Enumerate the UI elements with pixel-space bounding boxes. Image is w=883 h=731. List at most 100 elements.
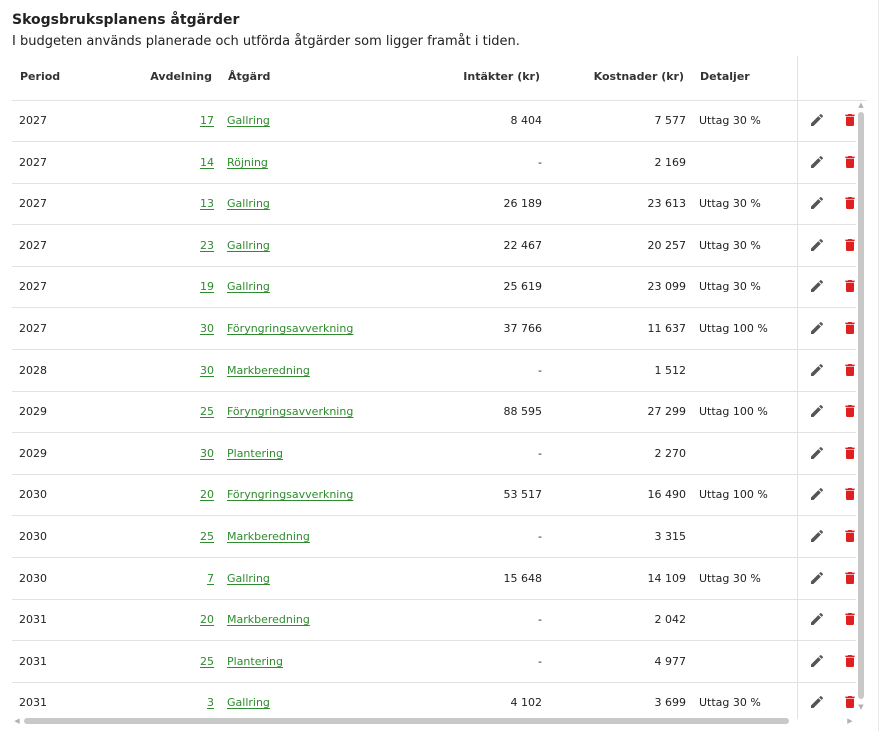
avdelning-link[interactable]: 30 bbox=[200, 447, 214, 460]
table-header: Period Avdelning Åtgärd Intäkter (kr) Ko… bbox=[12, 56, 867, 101]
pencil-icon bbox=[811, 487, 824, 500]
cell-kostnader: 11 637 bbox=[647, 322, 687, 335]
avdelning-link[interactable]: 25 bbox=[200, 655, 214, 668]
avdelning-link[interactable]: 25 bbox=[200, 530, 214, 543]
pencil-icon bbox=[811, 654, 824, 667]
row-actions bbox=[797, 433, 856, 475]
section-title: Skogsbruksplanens åtgärder bbox=[12, 12, 240, 28]
avdelning-link[interactable]: 25 bbox=[200, 405, 214, 418]
avdelning-link[interactable]: 13 bbox=[200, 197, 214, 210]
avdelning-link[interactable]: 17 bbox=[200, 114, 214, 127]
avdelning-link[interactable]: 23 bbox=[200, 239, 214, 252]
atgard-link[interactable]: Föryngringsavverkning bbox=[227, 405, 353, 418]
atgard-link[interactable]: Röjning bbox=[227, 156, 268, 169]
edit-button[interactable] bbox=[809, 112, 825, 128]
pencil-icon bbox=[811, 571, 824, 584]
avdelning-link[interactable]: 14 bbox=[200, 156, 214, 169]
atgard-link[interactable]: Gallring bbox=[227, 572, 270, 585]
cell-atgard: Gallring bbox=[227, 225, 270, 266]
row-actions bbox=[797, 266, 856, 308]
edit-button[interactable] bbox=[809, 195, 825, 211]
edit-button[interactable] bbox=[809, 694, 825, 710]
atgard-link[interactable]: Plantering bbox=[227, 655, 283, 668]
cell-detaljer: Uttag 100 % bbox=[699, 322, 768, 335]
cell-atgard: Markberedning bbox=[227, 350, 310, 391]
cell-kostnader: 16 490 bbox=[647, 488, 687, 501]
cell-detaljer: Uttag 30 % bbox=[699, 696, 761, 709]
table-row: 2030 25 Markberedning - 3 315 bbox=[12, 516, 797, 558]
horizontal-scrollbar[interactable]: ◀ ▶ bbox=[12, 715, 855, 727]
pencil-icon bbox=[811, 238, 824, 251]
row-actions bbox=[797, 474, 856, 516]
atgard-link[interactable]: Gallring bbox=[227, 114, 270, 127]
atgard-link[interactable]: Plantering bbox=[227, 447, 283, 460]
atgard-link[interactable]: Markberedning bbox=[227, 530, 310, 543]
atgard-link[interactable]: Markberedning bbox=[227, 364, 310, 377]
pencil-icon bbox=[811, 404, 824, 417]
cell-kostnader: 23 613 bbox=[647, 197, 687, 210]
edit-button[interactable] bbox=[809, 611, 825, 627]
cell-intakter: 22 467 bbox=[503, 239, 543, 252]
atgard-link[interactable]: Gallring bbox=[227, 239, 270, 252]
edit-button[interactable] bbox=[809, 362, 825, 378]
avdelning-link[interactable]: 19 bbox=[200, 280, 214, 293]
cell-period: 2027 bbox=[19, 322, 47, 335]
edit-button[interactable] bbox=[809, 445, 825, 461]
edit-button[interactable] bbox=[809, 486, 825, 502]
row-actions bbox=[797, 100, 856, 142]
pencil-icon bbox=[811, 363, 824, 376]
atgard-link[interactable]: Gallring bbox=[227, 280, 270, 293]
avdelning-link[interactable]: 20 bbox=[200, 613, 214, 626]
avdelning-link[interactable]: 30 bbox=[200, 322, 214, 335]
table-row: 2028 30 Markberedning - 1 512 bbox=[12, 350, 797, 392]
pencil-icon bbox=[811, 446, 824, 459]
column-header-avdelning[interactable]: Avdelning bbox=[132, 56, 212, 100]
cell-period: 2027 bbox=[19, 239, 47, 252]
edit-button[interactable] bbox=[809, 237, 825, 253]
vertical-scrollbar-thumb[interactable] bbox=[858, 112, 864, 699]
avdelning-link[interactable]: 20 bbox=[200, 488, 214, 501]
atgard-link[interactable]: Gallring bbox=[227, 197, 270, 210]
edit-button[interactable] bbox=[809, 528, 825, 544]
column-header-intakter[interactable]: Intäkter (kr) bbox=[392, 56, 540, 100]
column-header-period[interactable]: Period bbox=[20, 56, 60, 100]
pencil-icon bbox=[811, 612, 824, 625]
edit-button[interactable] bbox=[809, 278, 825, 294]
cell-intakter: 53 517 bbox=[503, 488, 543, 501]
cell-avdelning: 3 bbox=[132, 682, 214, 719]
atgard-link[interactable]: Föryngringsavverkning bbox=[227, 488, 353, 501]
scroll-up-icon[interactable]: ▲ bbox=[857, 101, 865, 109]
column-header-detaljer[interactable]: Detaljer bbox=[700, 56, 750, 100]
scroll-left-icon[interactable]: ◀ bbox=[13, 717, 21, 725]
table-row: 2031 3 Gallring 4 102 3 699 Uttag 30 % bbox=[12, 682, 797, 719]
cell-atgard: Föryngringsavverkning bbox=[227, 308, 353, 349]
row-actions bbox=[797, 308, 856, 350]
pencil-icon bbox=[811, 196, 824, 209]
cell-intakter: - bbox=[538, 447, 542, 460]
cell-kostnader: 23 099 bbox=[647, 280, 687, 293]
edit-button[interactable] bbox=[809, 653, 825, 669]
edit-button[interactable] bbox=[809, 403, 825, 419]
column-header-kostnader[interactable]: Kostnader (kr) bbox=[542, 56, 684, 100]
edit-button[interactable] bbox=[809, 570, 825, 586]
atgard-link[interactable]: Föryngringsavverkning bbox=[227, 322, 353, 335]
table-row: 2027 14 Röjning - 2 169 bbox=[12, 142, 797, 184]
table-row: 2029 30 Plantering - 2 270 bbox=[12, 433, 797, 475]
scroll-down-icon[interactable]: ▼ bbox=[857, 703, 865, 711]
atgard-link[interactable]: Gallring bbox=[227, 696, 270, 709]
avdelning-link[interactable]: 3 bbox=[207, 696, 214, 709]
avdelning-link[interactable]: 30 bbox=[200, 364, 214, 377]
cell-period: 2027 bbox=[19, 156, 47, 169]
vertical-scrollbar[interactable]: ▲ ▼ bbox=[855, 100, 867, 719]
edit-button[interactable] bbox=[809, 154, 825, 170]
cell-period: 2031 bbox=[19, 696, 47, 709]
table-row: 2031 25 Plantering - 4 977 bbox=[12, 641, 797, 683]
edit-button[interactable] bbox=[809, 320, 825, 336]
avdelning-link[interactable]: 7 bbox=[207, 572, 214, 585]
horizontal-scrollbar-thumb[interactable] bbox=[24, 718, 789, 724]
atgard-link[interactable]: Markberedning bbox=[227, 613, 310, 626]
column-header-atgard[interactable]: Åtgärd bbox=[228, 56, 270, 100]
scroll-right-icon[interactable]: ▶ bbox=[846, 717, 854, 725]
cell-avdelning: 30 bbox=[132, 433, 214, 474]
cell-atgard: Röjning bbox=[227, 142, 268, 183]
